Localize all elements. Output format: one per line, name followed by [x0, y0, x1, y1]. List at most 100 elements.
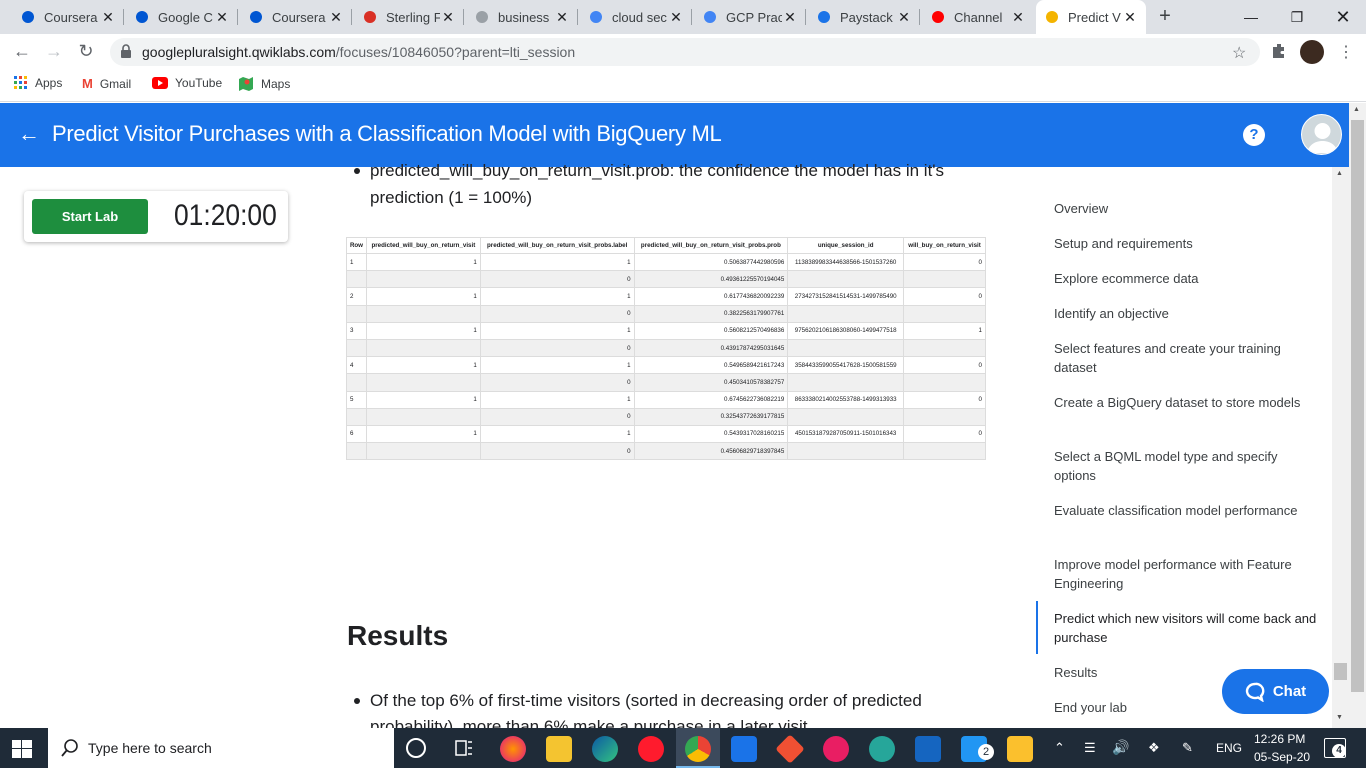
tab-separator [351, 9, 352, 25]
star-icon[interactable]: ☆ [1232, 43, 1246, 63]
close-tab-icon[interactable]: ✕ [782, 9, 798, 26]
photos-icon[interactable] [915, 736, 941, 762]
browser-tab[interactable]: cloud sec ✕ [580, 0, 692, 34]
firefox-icon[interactable] [500, 736, 526, 762]
toc-item[interactable]: Overview [1054, 199, 1322, 218]
scroll-up-arrow-icon[interactable]: ▲ [1336, 170, 1343, 177]
table-cell: 2734273152841514531-1499785490 [787, 287, 905, 306]
opera-icon[interactable] [638, 736, 664, 762]
table-cell: 1 [365, 390, 481, 409]
help-icon[interactable]: ? [1243, 124, 1265, 146]
toc-item[interactable]: Select features and create your training… [1054, 339, 1322, 377]
task-view-icon[interactable] [454, 738, 474, 763]
browser-tab[interactable]: Coursera ✕ [12, 0, 124, 34]
clock-time[interactable]: 12:26 PM [1254, 732, 1305, 746]
user-avatar[interactable] [1301, 114, 1342, 155]
close-tab-icon[interactable]: ✕ [1122, 9, 1138, 26]
close-window-button[interactable]: ✕ [1320, 0, 1366, 34]
close-tab-icon[interactable]: ✕ [440, 9, 456, 26]
volume-icon[interactable]: 🔊 [1112, 739, 1129, 756]
extensions-icon[interactable] [1270, 42, 1288, 65]
bookmark-apps[interactable]: Apps [14, 76, 62, 90]
table-header-cell: will_buy_on_return_visit [903, 237, 986, 254]
edge-icon[interactable] [592, 736, 618, 762]
maximize-button[interactable]: ❐ [1274, 0, 1320, 34]
bookmark-maps[interactable]: Maps [238, 76, 290, 92]
close-tab-icon[interactable]: ✕ [100, 9, 116, 26]
cortana-icon[interactable] [406, 738, 426, 758]
tab-title: Coursera [272, 9, 326, 25]
start-lab-button[interactable]: Start Lab [32, 199, 148, 234]
table-row: 0 0.43917874295031645 [346, 338, 986, 358]
chat-button[interactable]: Chat [1222, 669, 1329, 714]
tray-chevron-icon[interactable]: ⌃ [1054, 740, 1065, 756]
close-tab-icon[interactable]: ✕ [554, 9, 570, 26]
wifi-icon[interactable]: ☰ [1084, 740, 1096, 756]
bookmark-youtube[interactable]: YouTube [152, 76, 222, 90]
bookmark-gmail[interactable]: M Gmail [82, 76, 131, 91]
content-scrollbar-thumb[interactable] [1334, 663, 1347, 680]
reload-button[interactable]: ↻ [76, 41, 96, 62]
prediction-results-table: Row predicted_will_buy_on_return_visit pre… [346, 237, 986, 461]
table-cell [346, 304, 367, 323]
pen-icon[interactable]: ✎ [1182, 740, 1193, 756]
toc-item[interactable]: Evaluate classification model performanc… [1054, 501, 1322, 520]
browser-tab[interactable]: GCP Prac ✕ [694, 0, 806, 34]
page-title: Predict Visitor Purchases with a Classif… [52, 121, 722, 146]
close-tab-icon[interactable]: ✕ [214, 9, 230, 26]
toc-item[interactable]: Create a BigQuery dataset to store model… [1054, 393, 1322, 412]
table-header-cell: predicted_will_buy_on_return_visit_probs… [479, 237, 635, 254]
clock-date[interactable]: 05-Sep-20 [1254, 750, 1310, 764]
browser-tab[interactable]: Coursera ✕ [240, 0, 352, 34]
chrome-icon[interactable] [685, 736, 711, 762]
table-cell: 0.6745622736082219 [633, 390, 789, 409]
browser-tab[interactable]: Google C ✕ [126, 0, 238, 34]
pycharm-icon[interactable] [869, 736, 895, 762]
file-explorer-icon[interactable] [546, 736, 572, 762]
dropbox-icon[interactable]: ❖ [1148, 740, 1160, 756]
windows-start-icon[interactable] [12, 740, 32, 758]
menu-icon[interactable]: ⋮ [1338, 42, 1354, 62]
toc-item[interactable]: Predict which new visitors will come bac… [1054, 609, 1322, 647]
forward-button[interactable]: → [44, 41, 64, 62]
table-header-cell: unique_session_id [787, 237, 905, 254]
scroll-down-arrow-icon[interactable]: ▼ [1336, 714, 1343, 721]
table-cell [365, 442, 481, 461]
table-cell [787, 338, 905, 358]
close-tab-icon[interactable]: ✕ [328, 9, 344, 26]
mail-icon[interactable] [731, 736, 757, 762]
table-cell: 0 [903, 390, 986, 409]
browser-tab[interactable]: Predict V ✕ [1036, 0, 1146, 34]
new-tab-button[interactable]: + [1154, 5, 1176, 27]
toc-item[interactable]: Explore ecommerce data [1054, 269, 1322, 288]
document-icon [474, 9, 490, 25]
toc-item[interactable]: Improve model performance with Feature E… [1054, 555, 1322, 593]
close-tab-icon[interactable]: ✕ [1010, 9, 1026, 26]
content-scrollbar[interactable] [1332, 167, 1349, 728]
scroll-up-arrow-icon[interactable]: ▲ [1353, 106, 1360, 113]
close-tab-icon[interactable]: ✕ [668, 9, 684, 26]
page-scrollbar-thumb[interactable] [1351, 120, 1364, 692]
back-arrow-icon[interactable]: ← [18, 121, 40, 147]
language-indicator[interactable]: ENG [1216, 741, 1242, 755]
browser-tab[interactable]: Sterling F ✕ [354, 0, 464, 34]
table-cell: 3 [346, 321, 367, 340]
tab-separator [237, 9, 238, 25]
tab-separator [691, 9, 692, 25]
toc-item[interactable]: Setup and requirements [1054, 234, 1322, 253]
table-cell: 0 [479, 407, 635, 426]
browser-tab[interactable]: Paystack ✕ [808, 0, 920, 34]
profile-avatar[interactable] [1300, 40, 1324, 64]
bookmark-label: Gmail [99, 76, 132, 91]
sticky-notes-icon[interactable] [1007, 736, 1033, 762]
media-player-icon[interactable] [823, 736, 849, 762]
close-tab-icon[interactable]: ✕ [896, 9, 912, 26]
back-button[interactable]: ← [12, 41, 32, 62]
browser-tab[interactable]: Channel ✕ [922, 0, 1034, 34]
browser-tab[interactable]: business ✕ [466, 0, 578, 34]
toc-item[interactable]: Identify an objective [1054, 304, 1322, 323]
lock-icon[interactable] [120, 44, 132, 63]
table-row: 5 1 1 0.6745622736082219 8633380214002553788… [346, 390, 986, 409]
minimize-button[interactable]: — [1228, 0, 1274, 34]
toc-item[interactable]: Select a BQML model type and specify opt… [1054, 447, 1322, 485]
